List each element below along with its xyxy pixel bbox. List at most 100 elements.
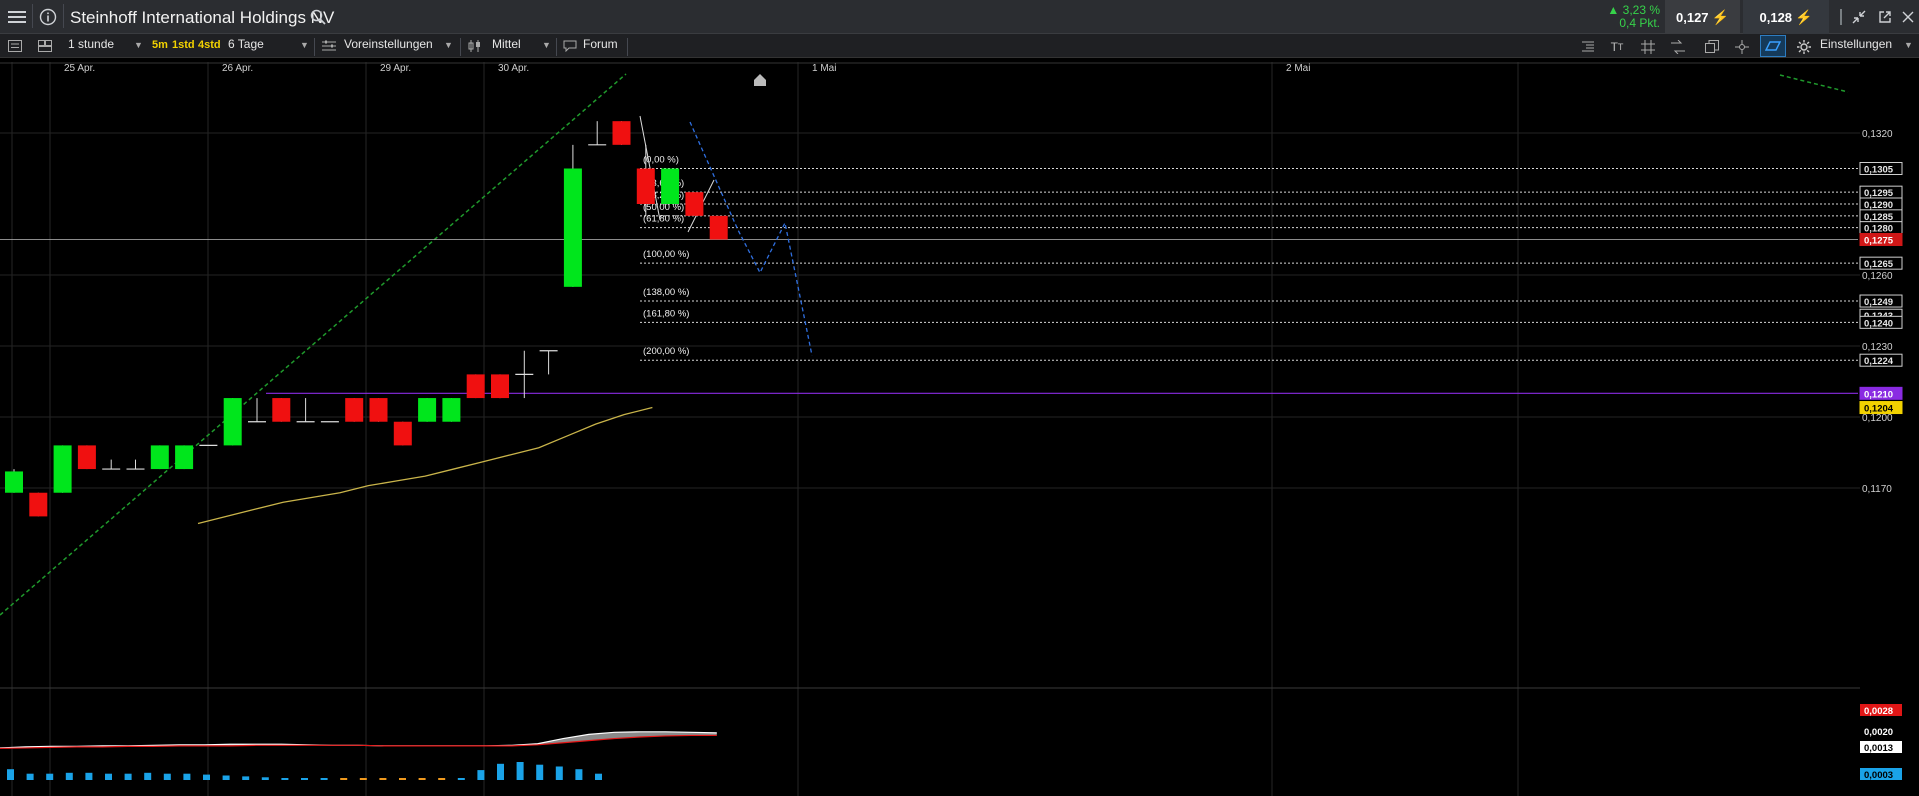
price-tick-label: 0,1320 [1862, 129, 1893, 140]
compare-icon[interactable] [1668, 37, 1688, 57]
price-tick-label: 0,1200 [1862, 413, 1893, 424]
price-label: 0,1204 [1864, 404, 1894, 415]
bid-price: 0,127 [1676, 9, 1709, 25]
time-axis-label: 1 Mai [812, 63, 836, 74]
chart-style-select[interactable]: Mittel [492, 37, 521, 51]
interval-4std[interactable]: 4std [198, 39, 221, 51]
candle-body [175, 445, 194, 470]
candle-body [491, 374, 509, 399]
change-block: ▲ 3,23 % 0,4 Pkt. [1604, 2, 1660, 32]
candle-body [612, 121, 631, 145]
time-axis-labels: 25 Apr. 26 Apr. 29 Apr. 30 Apr. 1 Mai 2 Mai [64, 63, 1310, 74]
histogram-bar [516, 762, 524, 780]
ask-price-box[interactable]: 0,128 ⚡ [1743, 0, 1829, 34]
histogram-bar [438, 778, 446, 780]
candle-body [223, 398, 242, 446]
drawings-layer[interactable] [0, 73, 1858, 616]
time-axis-label: 25 Apr. [64, 63, 95, 74]
candle-body [466, 374, 485, 399]
bid-price-box[interactable]: 0,127 ⚡ [1665, 0, 1740, 34]
moving-average-line [197, 406, 653, 525]
histogram-bar [320, 778, 328, 780]
candle-body [661, 168, 680, 204]
collapse-icon[interactable] [1848, 6, 1870, 28]
copy-chart-icon[interactable] [1702, 37, 1722, 57]
time-axis-label: 30 Apr. [498, 63, 529, 74]
candle-body [418, 398, 437, 422]
histogram-bar [222, 775, 230, 780]
histogram-bar [281, 778, 289, 780]
indicator-label: 0,0028 [1864, 706, 1893, 717]
settings-button[interactable]: Einstellungen [1820, 37, 1892, 51]
interval-5m[interactable]: 5m [152, 39, 168, 51]
data-table-icon[interactable] [1578, 37, 1598, 57]
candle-body [442, 398, 461, 422]
chevron-down-icon[interactable]: ▼ [300, 40, 309, 50]
gear-icon[interactable] [1794, 37, 1814, 57]
candle-body [369, 398, 388, 422]
histogram-bar [457, 778, 465, 780]
list-view-icon[interactable] [6, 38, 24, 54]
histogram-bar [183, 773, 191, 780]
histogram-bar [105, 773, 112, 780]
price-label: 0,1249 [1864, 297, 1893, 308]
price-label: 0,1210 [1864, 389, 1893, 400]
indicator-label: 0,0013 [1864, 743, 1893, 754]
histogram-bar [340, 778, 348, 780]
instrument-title: Steinhoff International Holdings NV [70, 8, 335, 27]
trend-icon: ⚡ [1795, 8, 1813, 25]
search-icon[interactable] [308, 8, 328, 26]
price-tick-label: 0,1260 [1862, 271, 1893, 282]
price-axis[interactable]: 0,1320 0,1260 0,1230 0,1200 0,1170 0,1305 0,12… [1859, 129, 1903, 495]
layout-icon[interactable] [36, 38, 54, 54]
popout-icon[interactable] [1874, 6, 1896, 28]
change-points: 0,4 Pkt. [1619, 16, 1660, 30]
range-select[interactable]: 6 Tage [228, 37, 264, 51]
text-size-icon[interactable]: TT [1606, 37, 1628, 57]
info-icon[interactable] [38, 7, 58, 27]
interval-select[interactable]: 1 stunde [68, 37, 114, 51]
divider [314, 38, 315, 56]
time-axis-label: 26 Apr. [222, 63, 253, 74]
fibonacci-retracement[interactable]: (0,00 %)(23,60 %)(38,20 %)(50,00 %)(61,8… [640, 155, 1858, 361]
fib-level-label: (100,00 %) [643, 249, 689, 260]
histogram-bar [555, 766, 563, 780]
candle-body [29, 492, 48, 517]
candle-style-icon [466, 38, 484, 54]
fib-level-label: (161,80 %) [643, 308, 689, 319]
price-tick-label: 0,1230 [1862, 342, 1893, 353]
trend-line-right [1779, 74, 1849, 93]
price-chart[interactable]: 25 Apr. 26 Apr. 29 Apr. 30 Apr. 1 Mai 2 Mai (… [0, 58, 1919, 796]
histogram-bar [536, 764, 544, 780]
histogram-bar [7, 769, 14, 780]
home-marker-icon [754, 74, 766, 86]
projection-path [689, 121, 813, 356]
histogram-bar [575, 769, 583, 780]
interval-1std[interactable]: 1std [172, 39, 195, 51]
candle-body [272, 398, 291, 422]
candle-body [77, 445, 96, 470]
histogram-bar [242, 776, 250, 780]
histogram-bar [203, 774, 210, 780]
histogram-bar [359, 778, 367, 780]
histogram-bar [497, 763, 504, 780]
histogram-bar [65, 772, 73, 780]
chevron-down-icon[interactable]: ▼ [1904, 40, 1913, 50]
close-icon[interactable] [1898, 6, 1918, 28]
time-gridlines [0, 62, 1860, 796]
price-label: 0,1305 [1864, 165, 1894, 176]
chevron-down-icon[interactable]: ▼ [134, 40, 143, 50]
crosshair-icon[interactable] [1732, 37, 1752, 57]
chevron-down-icon[interactable]: ▼ [542, 40, 551, 50]
arrow-up-icon: ▲ [1607, 3, 1620, 17]
divider [460, 38, 461, 56]
ask-price: 0,128 [1759, 9, 1793, 25]
candle-body [53, 445, 72, 493]
chevron-down-icon[interactable]: ▼ [444, 40, 453, 50]
grid-icon[interactable] [1638, 37, 1658, 57]
histogram-bar [261, 777, 269, 780]
menu-icon[interactable] [6, 7, 28, 27]
drawing-tool-icon[interactable] [1760, 35, 1786, 57]
presets-menu[interactable]: Voreinstellungen [344, 37, 433, 51]
forum-button[interactable]: Forum [583, 37, 618, 51]
